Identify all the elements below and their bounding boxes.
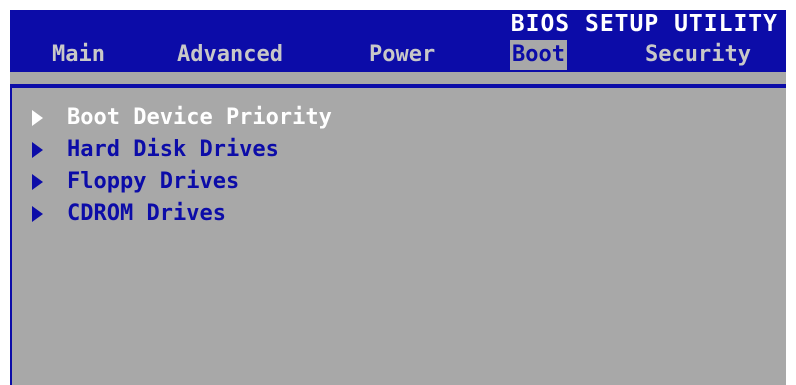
utility-title: BIOS SETUP UTILITY <box>510 11 778 37</box>
menu-item-label: CDROM Drives <box>67 201 226 226</box>
tab-bar: Main Advanced Power Boot Security <box>10 38 786 72</box>
menu-item-label: Hard Disk Drives <box>67 137 279 162</box>
tab-advanced[interactable]: Advanced <box>175 40 285 70</box>
top-bar: BIOS SETUP UTILITY Main Advanced Power B… <box>10 10 786 72</box>
boot-menu: Boot Device Priority Hard Disk Drives Fl… <box>32 102 332 230</box>
boot-menu-panel: Boot Device Priority Hard Disk Drives Fl… <box>10 88 786 385</box>
menu-item-hard-disk-drives[interactable]: Hard Disk Drives <box>32 134 332 166</box>
menu-item-label: Floppy Drives <box>67 169 240 194</box>
tab-power[interactable]: Power <box>367 40 437 70</box>
triangle-right-icon <box>32 174 43 190</box>
tab-security[interactable]: Security <box>643 40 753 70</box>
tab-boot[interactable]: Boot <box>510 40 567 70</box>
triangle-right-icon <box>32 110 43 126</box>
triangle-right-icon <box>32 142 43 158</box>
menu-item-cdrom-drives[interactable]: CDROM Drives <box>32 198 332 230</box>
header-strip <box>10 72 786 84</box>
menu-item-label: Boot Device Priority <box>67 105 332 130</box>
bios-screen: BIOS SETUP UTILITY Main Advanced Power B… <box>0 0 796 385</box>
triangle-right-icon <box>32 206 43 222</box>
menu-item-floppy-drives[interactable]: Floppy Drives <box>32 166 332 198</box>
menu-item-boot-device-priority[interactable]: Boot Device Priority <box>32 102 332 134</box>
tab-main[interactable]: Main <box>50 40 107 70</box>
